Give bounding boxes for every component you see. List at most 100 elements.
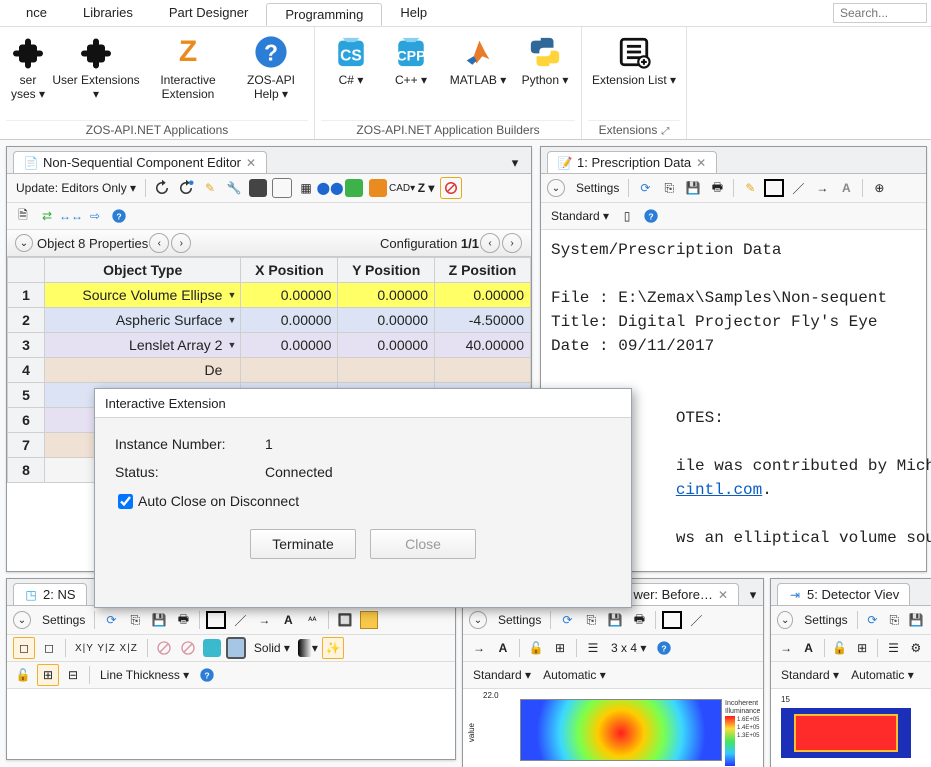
- save-icon[interactable]: 💾: [683, 178, 703, 198]
- doc-icon[interactable]: 🗎: [13, 206, 33, 226]
- copy-icon[interactable]: ⎘: [125, 610, 145, 630]
- user-extensions-button[interactable]: User Extensions ▾: [50, 29, 142, 120]
- table-row[interactable]: 3Lenslet Array 2▼0.000000.0000040.00000: [8, 333, 531, 358]
- settings-label[interactable]: Settings: [39, 613, 88, 627]
- help-small-icon[interactable]: ?: [197, 665, 217, 685]
- linethickness-dropdown[interactable]: Line Thickness ▾: [96, 666, 193, 684]
- text-a-icon[interactable]: A: [836, 178, 856, 198]
- type-dropdown-icon[interactable]: ▼: [228, 290, 237, 300]
- tool-a-icon[interactable]: 🔧: [224, 178, 244, 198]
- settings-label[interactable]: Settings: [573, 181, 622, 195]
- dots-icon[interactable]: ⬤⬤: [320, 178, 340, 198]
- refresh-all-icon[interactable]: [176, 178, 196, 198]
- matlab-button[interactable]: MATLAB ▾: [441, 29, 515, 120]
- crosshair-icon[interactable]: ⊕: [869, 178, 889, 198]
- standard-dropdown[interactable]: Standard ▾: [547, 207, 613, 225]
- zosapi-help-button[interactable]: ? ZOS-API Help ▾: [234, 29, 308, 120]
- standard-dropdown[interactable]: Standard ▾: [777, 666, 843, 684]
- lock-icon[interactable]: 🔓: [13, 665, 33, 685]
- line-icon[interactable]: ／: [788, 178, 808, 198]
- cube-solid-icon[interactable]: [248, 178, 268, 198]
- help-small-icon[interactable]: ?: [109, 206, 129, 226]
- swap-icon[interactable]: ⇄: [37, 206, 57, 226]
- copy-icon[interactable]: ⎘: [885, 610, 903, 630]
- grad-icon[interactable]: ▾: [298, 638, 318, 658]
- before-tab[interactable]: wer: Before… ✕: [622, 583, 739, 605]
- table-header[interactable]: Object Type: [45, 258, 241, 283]
- zoom-area-icon[interactable]: 🔲: [335, 610, 355, 630]
- refresh-icon[interactable]: ⟳: [635, 178, 655, 198]
- cube-wire-icon[interactable]: [272, 178, 292, 198]
- close-button[interactable]: Close: [370, 529, 476, 559]
- edit-icon[interactable]: ✎: [740, 178, 760, 198]
- pane-menu-icon[interactable]: ▾: [505, 153, 525, 173]
- refresh-icon[interactable]: ⟳: [101, 610, 121, 630]
- prev-object-button[interactable]: ‹: [149, 233, 169, 253]
- expand-toggle[interactable]: ⌄: [15, 234, 33, 252]
- cube-orange-icon[interactable]: [368, 178, 388, 198]
- copy-icon[interactable]: ⎘: [581, 610, 601, 630]
- solid-dropdown[interactable]: Solid ▾: [250, 639, 294, 657]
- fit-icon[interactable]: ⊞: [37, 664, 59, 686]
- interactive-extension-button[interactable]: Z Interactive Extension: [142, 29, 234, 120]
- next-object-button[interactable]: ›: [171, 233, 191, 253]
- fit-icon[interactable]: ⊞: [550, 638, 570, 658]
- noghost2-icon[interactable]: [178, 638, 198, 658]
- menu-item-libraries[interactable]: Libraries: [65, 2, 151, 25]
- refresh-icon[interactable]: ⟳: [557, 610, 577, 630]
- csharp-button[interactable]: CS C# ▾: [321, 29, 381, 120]
- line-icon[interactable]: ／: [686, 610, 706, 630]
- settings-toggle[interactable]: ⌄: [777, 611, 793, 629]
- copy-icon[interactable]: ⎘: [659, 178, 679, 198]
- table-header[interactable]: Z Position: [434, 258, 530, 283]
- rect-icon[interactable]: [764, 178, 784, 198]
- automatic-dropdown[interactable]: Automatic ▾: [539, 666, 610, 684]
- text-a-icon[interactable]: A: [493, 638, 513, 658]
- text-a-icon[interactable]: A: [799, 638, 817, 658]
- rect-icon[interactable]: [662, 610, 682, 630]
- help-small-icon[interactable]: ?: [641, 206, 661, 226]
- table-row[interactable]: 1Source Volume Ellipse▼0.000000.000000.0…: [8, 283, 531, 308]
- lock-icon[interactable]: 🔓: [526, 638, 546, 658]
- extension-list-button[interactable]: Extension List ▾: [588, 29, 680, 120]
- view-mode1[interactable]: ◻: [13, 637, 35, 659]
- close-icon[interactable]: ✕: [696, 156, 706, 170]
- update-dropdown[interactable]: Update: Editors Only ▾: [13, 181, 139, 195]
- orbit-icon[interactable]: [359, 610, 379, 630]
- cube-green-icon[interactable]: [344, 178, 364, 198]
- prev-config-button[interactable]: ‹: [480, 233, 500, 253]
- arrow-icon[interactable]: →: [469, 638, 489, 658]
- stack-icon[interactable]: ☰: [583, 638, 603, 658]
- settings-toggle[interactable]: ⌄: [547, 179, 565, 197]
- refresh-icon[interactable]: [152, 178, 172, 198]
- print-icon[interactable]: 🖶: [173, 610, 193, 630]
- goto-icon[interactable]: ⇨: [85, 206, 105, 226]
- arrow-icon[interactable]: →: [254, 610, 274, 630]
- fit-icon[interactable]: ⊞: [853, 638, 871, 658]
- menu-item-help[interactable]: Help: [382, 2, 445, 25]
- table-header[interactable]: X Position: [241, 258, 338, 283]
- arrow-icon[interactable]: →: [777, 638, 795, 658]
- table-row[interactable]: 4De: [8, 358, 531, 383]
- cad-dropdown[interactable]: CAD▾: [392, 178, 412, 198]
- text-abc-icon[interactable]: ᴬᴬ: [302, 610, 322, 630]
- no-entry-icon[interactable]: [440, 177, 462, 199]
- highlight-icon[interactable]: ✨: [322, 637, 344, 659]
- column-icon[interactable]: ▯: [617, 206, 637, 226]
- close-icon[interactable]: ✕: [718, 588, 728, 602]
- lock-icon[interactable]: 🔓: [831, 638, 849, 658]
- settings-toggle[interactable]: ⌄: [469, 611, 487, 629]
- text-a-icon[interactable]: A: [278, 610, 298, 630]
- menu-item-nce[interactable]: nce: [8, 2, 65, 25]
- save-icon[interactable]: 💾: [605, 610, 625, 630]
- nonseq-tab[interactable]: 📄 Non-Sequential Component Editor ✕: [13, 151, 267, 173]
- table-header[interactable]: Y Position: [338, 258, 435, 283]
- python-button[interactable]: Python ▾: [515, 29, 575, 120]
- help-small-icon[interactable]: ?: [654, 638, 674, 658]
- stack-icon[interactable]: ☰: [884, 638, 902, 658]
- grid4-icon[interactable]: ▦: [296, 178, 316, 198]
- line-icon[interactable]: ／: [230, 610, 250, 630]
- pane-menu-icon[interactable]: ▾: [743, 585, 763, 605]
- z-button[interactable]: Z ▾: [416, 178, 436, 198]
- fit2-icon[interactable]: ⊟: [63, 665, 83, 685]
